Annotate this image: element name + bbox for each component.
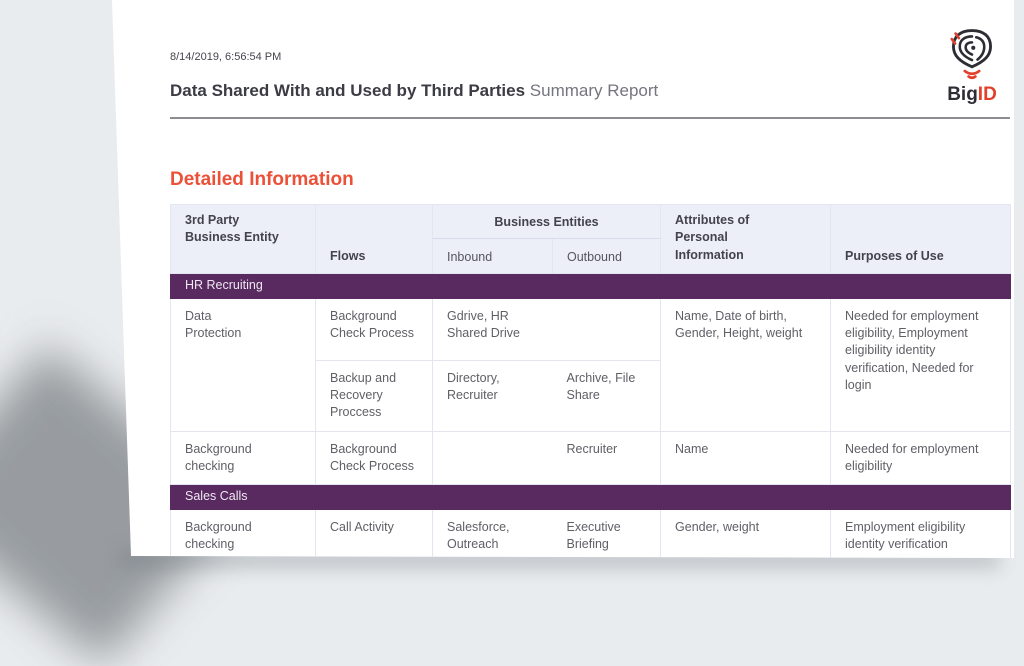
- col-header-attributes: Attributes of Personal Information: [661, 205, 831, 274]
- report-title: Data Shared With and Used by Third Parti…: [170, 81, 1010, 101]
- cell-flow: Backup and Recovery Proccess: [316, 360, 433, 431]
- cell-entity: Background checking: [171, 431, 316, 485]
- cell-entity: Background checking: [171, 510, 316, 634]
- cell-purposes: Employment eligibility identity verifica…: [831, 510, 1011, 634]
- report-content: 8/14/2019, 6:56:54 PM Data Shared With a…: [170, 51, 1010, 634]
- cell-outbound: Recruiter: [553, 431, 661, 485]
- cell-inbound: Gdrive, HR Shared Drive: [433, 298, 553, 360]
- col-header-business-entities: Business Entities: [433, 205, 661, 239]
- cell-inbound: Lead Gen Teams update,: [433, 563, 553, 633]
- cell-purposes: Needed for employment eligibility: [831, 431, 1011, 485]
- cell-outbound: Executive Briefing: [553, 510, 661, 564]
- cell-inbound: Salesforce, Outreach: [433, 510, 553, 564]
- cell-attributes: Name, Date of birth, Gender, Height, wei…: [661, 298, 831, 431]
- cell-flow: Meeting Scheduling: [316, 563, 433, 633]
- cell-inbound: [433, 431, 553, 485]
- col-header-entity: 3rd Party Business Entity: [171, 205, 316, 274]
- cell-attributes: Gender, weight: [661, 510, 831, 634]
- report-page: BigID 8/14/2019, 6:56:54 PM Data Shared …: [0, 0, 1024, 573]
- cell-attributes: Name: [661, 431, 831, 485]
- cell-outbound: Archive, File Share: [553, 360, 661, 431]
- col-header-inbound: Inbound: [433, 239, 553, 273]
- cell-outbound: Outlook: [553, 563, 661, 633]
- detailed-information-table: 3rd Party Business Entity Flows Business…: [170, 204, 1011, 634]
- section-heading: Detailed Information: [170, 168, 1010, 191]
- cell-entity: Data Protection: [171, 298, 316, 431]
- col-header-purposes: Purposes of Use: [831, 205, 1011, 274]
- col-header-flows: Flows: [316, 205, 433, 274]
- report-title-subtitle: Summary Report: [530, 81, 658, 100]
- section-band-sales-calls: Sales Calls: [171, 485, 1011, 510]
- cell-outbound: [553, 298, 661, 360]
- header-divider: [170, 117, 1010, 119]
- cell-flow: Call Activity: [316, 510, 433, 564]
- cell-flow: Background Check Process: [316, 431, 433, 485]
- section-band-hr-recruiting: HR Recruiting: [171, 273, 1011, 298]
- report-timestamp: 8/14/2019, 6:56:54 PM: [170, 51, 1010, 64]
- report-title-main: Data Shared With and Used by Third Parti…: [170, 81, 525, 100]
- cell-flow: Background Check Process: [316, 298, 433, 360]
- cell-inbound: Directory, Recruiter: [433, 360, 553, 431]
- cell-purposes: Needed for employment eligibility, Emplo…: [831, 298, 1011, 431]
- col-header-outbound: Outbound: [553, 239, 661, 273]
